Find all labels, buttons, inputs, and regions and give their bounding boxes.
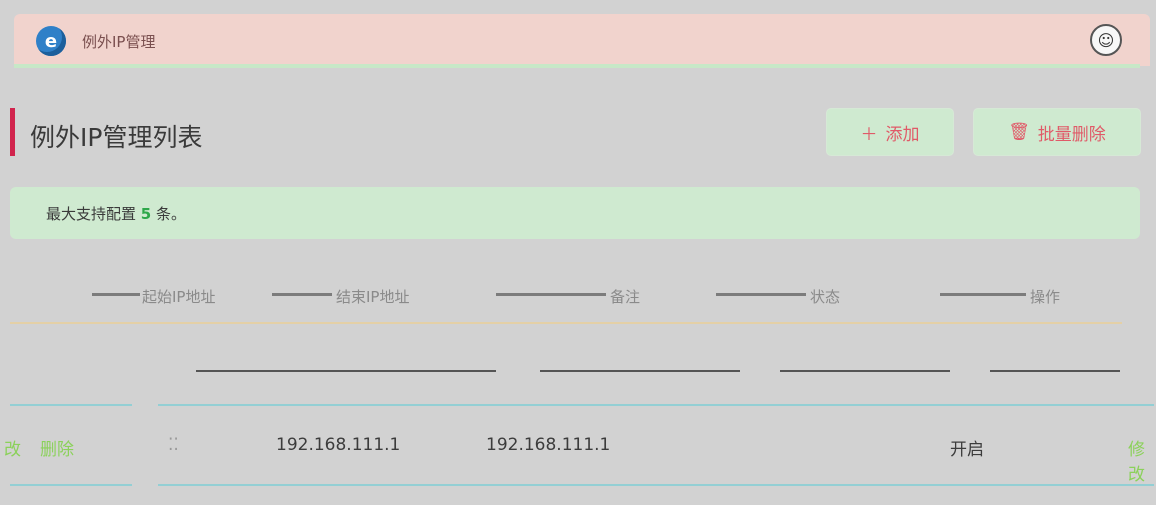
batch-delete-button[interactable]: 🗑 批量删除 <box>973 108 1141 156</box>
filter-underline <box>780 370 950 372</box>
filter-underline <box>196 370 496 372</box>
header-status: 状态 <box>810 288 841 306</box>
info-alert: 最大支持配置 5 条。 <box>10 187 1140 239</box>
header-start-ip: 起始IP地址 <box>142 288 216 306</box>
window-titlebar: e 例外IP管理 ☺ <box>14 14 1150 66</box>
add-button[interactable]: ＋ 添加 <box>826 108 954 156</box>
row-divider <box>158 404 1154 406</box>
row-checkbox[interactable]: ⁚⁚ <box>168 435 179 455</box>
alert-text: 最大支持配置 5 条。 <box>46 203 186 224</box>
row-start-ip: 192.168.111.1 <box>276 435 401 455</box>
titlebar-divider <box>14 64 1140 68</box>
header-separator <box>92 293 140 296</box>
header-underline <box>10 322 1122 324</box>
header-end-ip: 结束IP地址 <box>336 288 410 306</box>
plus-icon: ＋ <box>860 124 878 145</box>
row-status: 开启 <box>950 440 984 460</box>
header-separator <box>272 293 332 296</box>
window-title: 例外IP管理 <box>82 33 156 51</box>
alert-count: 5 <box>140 205 152 223</box>
page-title: 例外IP管理列表 <box>30 123 203 152</box>
row-edit-link-fragment[interactable]: 改 <box>4 435 21 460</box>
section-accent-bar <box>10 108 15 156</box>
header-separator <box>496 293 606 296</box>
row-end-ip: 192.168.111.1 <box>486 435 611 455</box>
header-actions: 操作 <box>1030 288 1061 306</box>
filter-underline <box>990 370 1120 372</box>
row-divider <box>10 484 132 486</box>
alert-prefix: 最大支持配置 <box>46 205 141 223</box>
header-remark: 备注 <box>610 288 641 306</box>
help-icon[interactable]: ☺ <box>1090 24 1122 56</box>
batch-delete-label: 批量删除 <box>1037 124 1106 145</box>
filter-underline <box>540 370 740 372</box>
header-separator <box>940 293 1026 296</box>
app-logo-icon: e <box>36 26 66 56</box>
header-separator <box>716 293 806 296</box>
add-button-label: 添加 <box>885 124 920 145</box>
row-delete-link[interactable]: 删除 <box>40 435 74 460</box>
trash-icon: 🗑 <box>1008 122 1030 142</box>
row-edit-link[interactable]: 修改 <box>1128 435 1156 485</box>
alert-suffix: 条。 <box>151 205 186 223</box>
row-divider <box>158 484 1154 486</box>
row-divider <box>10 404 132 406</box>
